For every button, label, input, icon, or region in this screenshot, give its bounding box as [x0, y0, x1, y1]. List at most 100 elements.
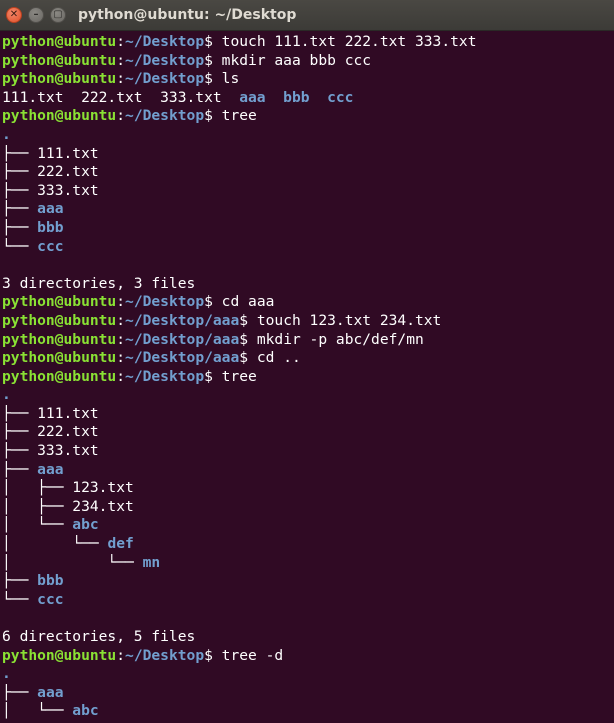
terminal-text: : — [116, 33, 126, 50]
prompt-path: ~/Desktop — [125, 646, 205, 664]
terminal-line: ├── aaa — [2, 200, 614, 219]
terminal-text: $ touch 123.txt 234.txt — [239, 311, 442, 329]
terminal-text: $ tree — [204, 107, 257, 125]
prompt-user: python@ubuntu — [2, 349, 117, 367]
directory-name: . — [2, 665, 11, 683]
terminal-text: : — [116, 70, 126, 88]
directory-name: bbb — [37, 572, 64, 590]
terminal-line: │ ├── 123.txt — [2, 479, 614, 498]
directory-name: ccc — [37, 590, 64, 608]
terminal-line: python@ubuntu:~/Desktop$ ls — [2, 70, 614, 89]
terminal-line: ├── 333.txt — [2, 442, 614, 461]
terminal-text: │ └── — [2, 553, 143, 571]
terminal-text: : — [116, 367, 126, 385]
directory-name: ccc — [327, 88, 354, 106]
terminal-text: ├── 111.txt — [2, 144, 99, 162]
terminal-text: $ mkdir -p abc/def/mn — [239, 330, 424, 348]
terminal-text: $ tree — [204, 367, 257, 385]
close-icon[interactable]: ✕ — [6, 7, 22, 23]
terminal-text: ├── — [2, 572, 38, 590]
terminal-text: ├── — [2, 200, 38, 218]
maximize-icon[interactable]: ▢ — [50, 7, 66, 23]
prompt-user: python@ubuntu — [2, 107, 117, 125]
terminal-text: ├── 222.txt — [2, 423, 99, 441]
terminal-text: ├── — [2, 683, 38, 701]
terminal-line: python@ubuntu:~/Desktop$ tree — [2, 107, 614, 126]
prompt-path: ~/Desktop — [125, 107, 205, 125]
terminal-text: └── — [2, 590, 38, 608]
directory-name: . — [2, 386, 11, 404]
prompt-path: ~/Desktop — [125, 367, 205, 385]
terminal-window: ✕ – ▢ python@ubuntu: ~/Desktop python@ub… — [0, 0, 614, 723]
terminal-line: ├── bbb — [2, 219, 614, 238]
terminal-text: : — [116, 51, 126, 69]
terminal-text: ├── 333.txt — [2, 181, 99, 199]
terminal-text: : — [116, 107, 126, 125]
terminal-line: │ └── abc — [2, 702, 614, 721]
terminal-text: $ cd .. — [239, 349, 301, 367]
terminal-line: python@ubuntu:~/Desktop/aaa$ mkdir -p ab… — [2, 331, 614, 350]
terminal-line: python@ubuntu:~/Desktop$ tree — [2, 368, 614, 387]
prompt-path: ~/Desktop — [125, 51, 205, 69]
terminal-line: . — [2, 126, 614, 145]
prompt-path: ~/Desktop/aaa — [125, 349, 240, 367]
prompt-path: ~/Desktop — [125, 70, 205, 88]
terminal-line: python@ubuntu:~/Desktop$ touch 111.txt 2… — [2, 33, 614, 52]
directory-name: abc — [72, 702, 99, 720]
terminal-line: . — [2, 665, 614, 684]
directory-name: def — [107, 535, 134, 553]
prompt-user: python@ubuntu — [2, 367, 117, 385]
terminal-text: : — [116, 311, 126, 329]
title-bar[interactable]: ✕ – ▢ python@ubuntu: ~/Desktop — [0, 0, 614, 31]
prompt-path: ~/Desktop — [125, 293, 205, 311]
terminal-text: $ ls — [204, 70, 240, 88]
prompt-user: python@ubuntu — [2, 70, 117, 88]
terminal-line: ├── 222.txt — [2, 423, 614, 442]
terminal-line: └── ccc — [2, 591, 614, 610]
prompt-user: python@ubuntu — [2, 293, 117, 311]
terminal-text: 111.txt 222.txt 333.txt — [2, 88, 240, 106]
terminal-line: ├── 111.txt — [2, 145, 614, 164]
terminal-line: │ └── def — [2, 535, 614, 554]
terminal-line: python@ubuntu:~/Desktop$ mkdir aaa bbb c… — [2, 52, 614, 71]
terminal-line: ├── aaa — [2, 684, 614, 703]
terminal-line: │ ├── 234.txt — [2, 498, 614, 517]
terminal-text: : — [116, 330, 126, 348]
terminal-text: │ ├── 234.txt — [2, 497, 134, 515]
directory-name: bbb — [283, 88, 310, 106]
terminal-text: $ mkdir aaa bbb ccc — [204, 51, 372, 69]
terminal-text: : — [116, 646, 126, 664]
directory-name: abc — [72, 516, 99, 534]
directory-name: aaa — [37, 683, 64, 701]
terminal-line: ├── bbb — [2, 572, 614, 591]
terminal-line: python@ubuntu:~/Desktop/aaa$ cd .. — [2, 349, 614, 368]
terminal-text: $ tree -d — [204, 646, 284, 664]
directory-name: aaa — [239, 88, 266, 106]
terminal-text: └── — [2, 237, 38, 255]
prompt-user: python@ubuntu — [2, 330, 117, 348]
minimize-icon[interactable]: – — [28, 7, 44, 23]
terminal-line: ├── 111.txt — [2, 405, 614, 424]
terminal-line: │ └── mn — [2, 554, 614, 573]
directory-name: aaa — [37, 200, 64, 218]
terminal-text: $ cd aaa — [204, 293, 275, 311]
terminal-line: ├── aaa — [2, 461, 614, 480]
terminal-line: 3 directories, 3 files — [2, 275, 614, 294]
directory-name: . — [2, 125, 11, 143]
terminal-text: │ └── — [2, 535, 108, 553]
terminal-text: ├── 333.txt — [2, 442, 99, 460]
terminal-text: ├── 111.txt — [2, 404, 99, 422]
terminal-line: python@ubuntu:~/Desktop/aaa$ touch 123.t… — [2, 312, 614, 331]
terminal-text: 3 directories, 3 files — [2, 274, 196, 292]
terminal-output[interactable]: python@ubuntu:~/Desktop$ touch 111.txt 2… — [0, 31, 614, 721]
window-controls: ✕ – ▢ — [6, 7, 66, 23]
directory-name: mn — [142, 553, 161, 571]
terminal-text: │ ├── 123.txt — [2, 479, 134, 497]
prompt-user: python@ubuntu — [2, 311, 117, 329]
terminal-text: ├── — [2, 460, 38, 478]
prompt-path: ~/Desktop — [125, 33, 205, 50]
